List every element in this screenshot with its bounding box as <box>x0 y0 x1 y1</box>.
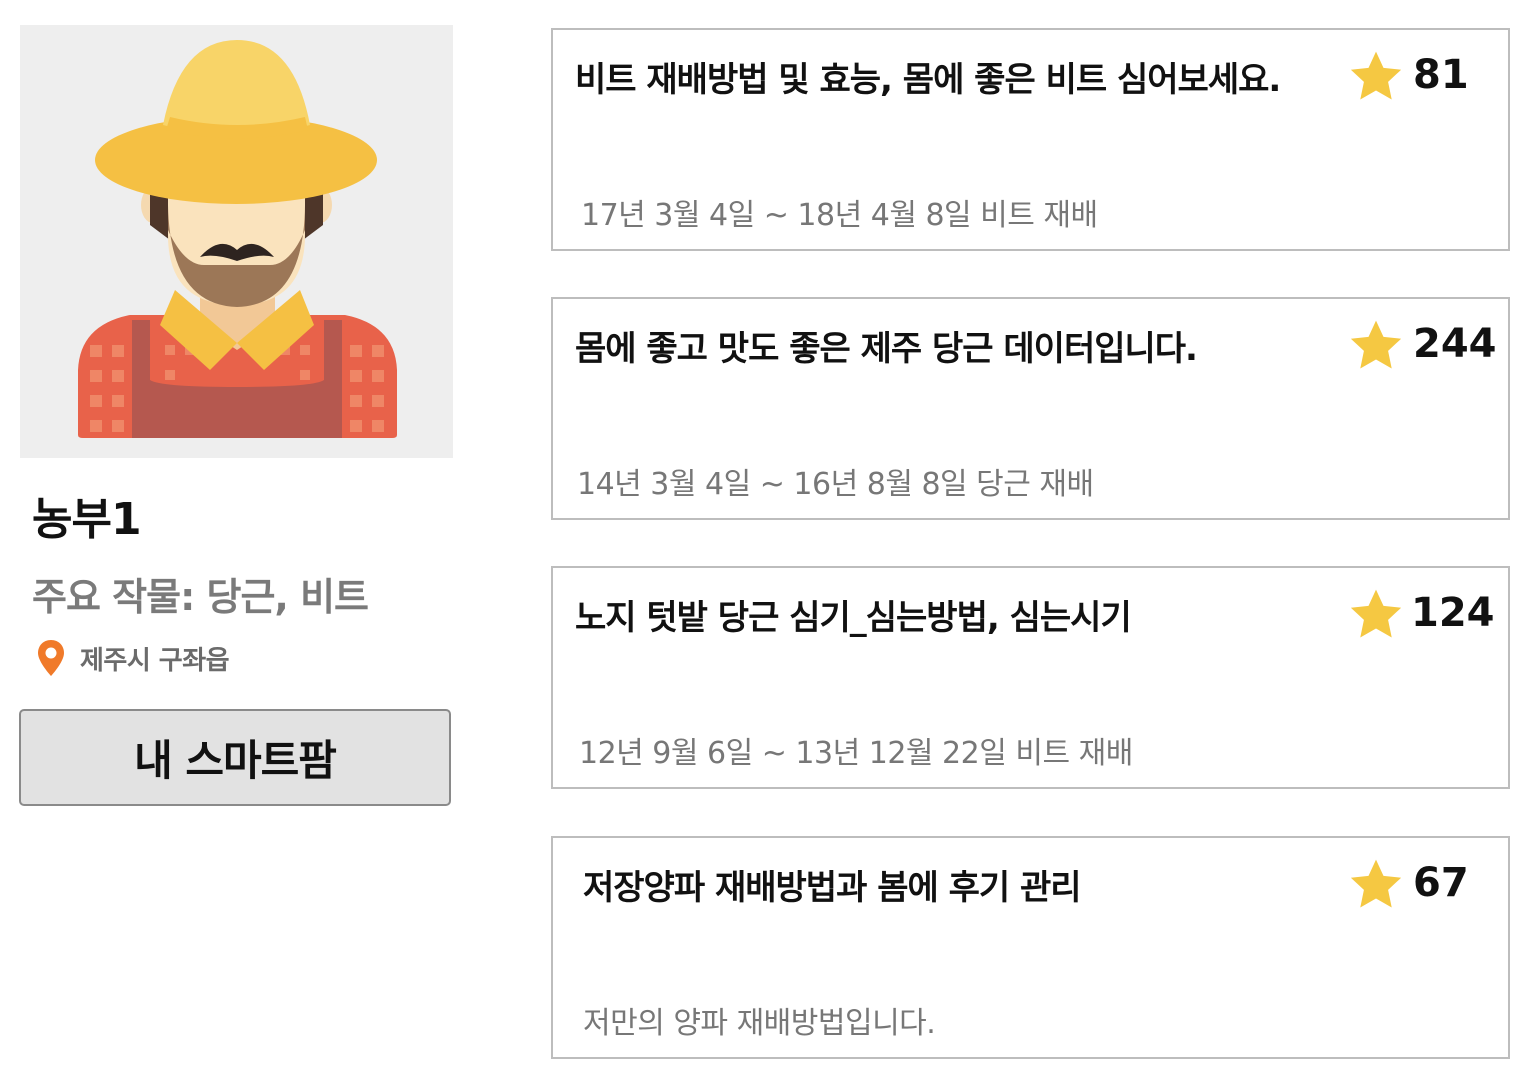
star-count: 67 <box>1413 860 1469 906</box>
post-card[interactable]: 노지 텃밭 당근 심기_심는방법, 심는시기 12년 9월 6일 ~ 13년 1… <box>551 566 1510 789</box>
star-icon <box>1347 856 1405 914</box>
my-smartfarm-button[interactable]: 내 스마트팜 <box>19 709 451 806</box>
star-count: 244 <box>1413 321 1497 367</box>
post-subtitle: 14년 3월 4일 ~ 16년 8월 8일 당근 재배 <box>577 467 1094 502</box>
post-title[interactable]: 몸에 좋고 맛도 좋은 제주 당근 데이터입니다. <box>575 321 1335 370</box>
post-card[interactable]: 비트 재배방법 및 효능, 몸에 좋은 비트 심어보세요. 17년 3월 4일 … <box>551 28 1510 251</box>
post-subtitle: 저만의 양파 재배방법입니다. <box>583 1006 936 1041</box>
star-count: 81 <box>1413 52 1469 98</box>
farmer-avatar <box>20 25 453 458</box>
location-text: 제주시 구좌읍 <box>80 645 230 676</box>
map-pin-icon <box>38 640 64 676</box>
post-title[interactable]: 저장양파 재배방법과 봄에 후기 관리 <box>583 860 1343 909</box>
location: 제주시 구좌읍 <box>36 638 230 678</box>
post-card[interactable]: 저장양파 재배방법과 봄에 후기 관리 저만의 양파 재배방법입니다. 67 <box>551 836 1510 1059</box>
farmer-name: 농부1 <box>32 494 142 545</box>
post-subtitle: 17년 3월 4일 ~ 18년 4월 8일 비트 재배 <box>581 198 1098 233</box>
star-icon <box>1347 48 1405 106</box>
star-count: 124 <box>1411 590 1495 636</box>
post-title[interactable]: 노지 텃밭 당근 심기_심는방법, 심는시기 <box>575 590 1335 639</box>
post-title[interactable]: 비트 재배방법 및 효능, 몸에 좋은 비트 심어보세요. <box>575 52 1335 101</box>
post-subtitle: 12년 9월 6일 ~ 13년 12월 22일 비트 재배 <box>579 736 1133 771</box>
star-icon <box>1347 317 1405 375</box>
post-card[interactable]: 몸에 좋고 맛도 좋은 제주 당근 데이터입니다. 14년 3월 4일 ~ 16… <box>551 297 1510 520</box>
farmer-avatar-icon <box>78 40 397 438</box>
main-crops-label: 주요 작물: 당근, 비트 <box>32 575 369 619</box>
star-icon <box>1347 586 1405 644</box>
